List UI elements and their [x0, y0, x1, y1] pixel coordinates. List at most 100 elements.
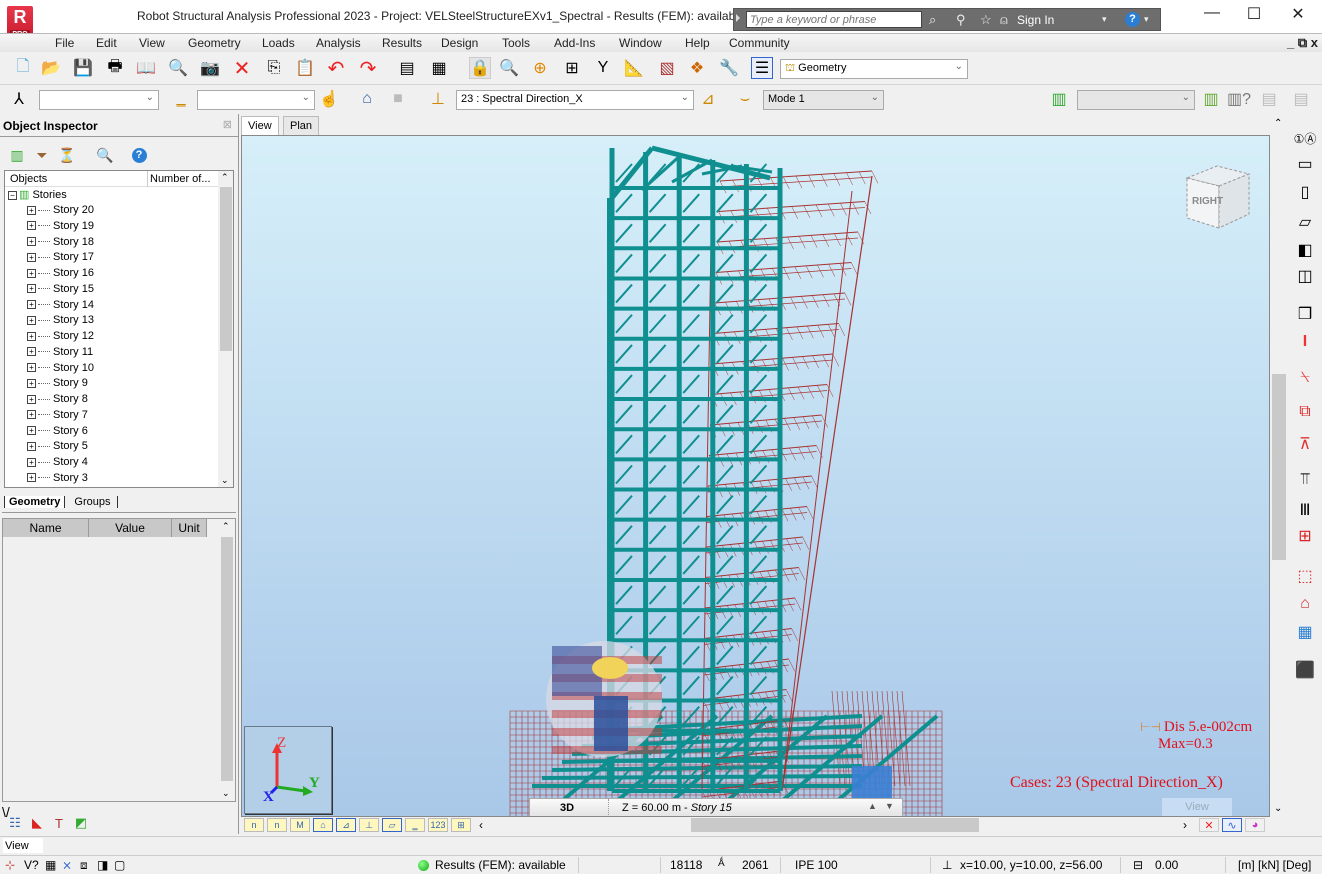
- col-objects[interactable]: Objects: [10, 173, 47, 185]
- grid-icon[interactable]: ▦: [45, 858, 56, 872]
- view-solid-icon[interactable]: ◨: [97, 858, 108, 872]
- zoom-pan-icon[interactable]: ⊕: [529, 57, 551, 79]
- structure-model[interactable]: [242, 136, 1270, 817]
- expand-icon[interactable]: +: [27, 221, 36, 231]
- section-icon[interactable]: ▧: [656, 57, 678, 79]
- minimize-button[interactable]: —: [1192, 4, 1232, 26]
- story-down-icon[interactable]: ▤: [1258, 88, 1280, 110]
- menu-view[interactable]: View: [139, 36, 165, 50]
- scroll-down-icon[interactable]: ⌄: [221, 475, 229, 486]
- properties-scrollbar[interactable]: ⌃ ⌄: [219, 519, 234, 801]
- expand-icon[interactable]: +: [27, 237, 36, 247]
- bars-icon[interactable]: Y: [592, 57, 614, 79]
- binoculars-icon[interactable]: ⌕: [929, 12, 936, 28]
- expand-icon[interactable]: +: [27, 473, 36, 483]
- tree-view-icon[interactable]: ☷: [4, 812, 26, 834]
- wall-icon[interactable]: ◧: [1293, 238, 1317, 262]
- view-wire-icon[interactable]: ▢: [114, 858, 125, 872]
- tree-item-story[interactable]: + Story 19: [27, 220, 94, 236]
- expand-icon[interactable]: +: [27, 268, 36, 278]
- menu-add-ins[interactable]: Add-Ins: [554, 36, 595, 50]
- expand-icon[interactable]: +: [27, 378, 36, 388]
- close-icon[interactable]: ⊠: [223, 118, 232, 131]
- calculator-icon[interactable]: ▤: [396, 57, 418, 79]
- node-numbers-icon[interactable]: n: [244, 818, 264, 832]
- scroll-left-icon[interactable]: ‹: [479, 818, 483, 832]
- tree-item-story[interactable]: + Story 16: [27, 267, 94, 283]
- tree-item-story[interactable]: + Story 9: [27, 377, 88, 393]
- story-level-text[interactable]: Z = 60.00 m - Story 15: [622, 802, 732, 814]
- support-icon[interactable]: ⊼: [1293, 432, 1317, 456]
- tree-item-story[interactable]: + Story 14: [27, 299, 94, 315]
- tree-item-story[interactable]: + Story 5: [27, 440, 88, 456]
- menu-file[interactable]: File: [55, 36, 74, 50]
- layout-icon[interactable]: ☰: [751, 57, 773, 79]
- bar-select-icon[interactable]: ‗: [170, 88, 192, 110]
- map-display-icon[interactable]: ◕: [1245, 818, 1265, 832]
- units[interactable]: [m] [kN] [Deg]: [1238, 858, 1311, 872]
- offset-icon[interactable]: ⬚: [1293, 564, 1317, 588]
- tree-item-story[interactable]: + Story 7: [27, 409, 88, 425]
- section-icon[interactable]: I: [1293, 330, 1317, 354]
- hscroll-thumb[interactable]: [691, 818, 979, 832]
- menu-community[interactable]: Community: [729, 36, 790, 50]
- col-value[interactable]: Value: [89, 519, 172, 537]
- screen-capture-icon[interactable]: 📷: [199, 57, 221, 79]
- values-icon[interactable]: 123: [428, 818, 448, 832]
- star-icon[interactable]: ☆: [980, 12, 992, 28]
- tree-item-story[interactable]: + Story 12: [27, 330, 94, 346]
- deformation-off-icon[interactable]: ✕: [1199, 818, 1219, 832]
- print-preview-icon[interactable]: 🔍: [167, 57, 189, 79]
- stories-icon[interactable]: ▥: [6, 144, 28, 166]
- redo-icon[interactable]: ↷: [357, 57, 379, 80]
- story-select[interactable]: ⌄: [1077, 90, 1195, 110]
- snap-settings-icon[interactable]: ⊹: [5, 858, 15, 872]
- mode-select[interactable]: Mode 1 ⌄: [763, 90, 884, 110]
- tab-geometry[interactable]: Geometry: [4, 496, 66, 508]
- menu-window[interactable]: Window: [619, 36, 662, 50]
- tree-item-story[interactable]: + Story 6: [27, 425, 88, 441]
- help-icon[interactable]: ?: [128, 144, 150, 166]
- expand-icon[interactable]: +: [27, 252, 36, 262]
- open-icon[interactable]: 📂: [40, 57, 62, 79]
- story-color-icon[interactable]: ▥: [1200, 88, 1222, 110]
- menu-loads[interactable]: Loads: [262, 36, 295, 50]
- paste-icon[interactable]: 📋: [294, 57, 316, 79]
- tree-root-stories[interactable]: − ▥ Stories: [8, 188, 67, 204]
- map-icon[interactable]: ◩: [70, 812, 92, 834]
- view-query-icon[interactable]: V?: [24, 858, 39, 872]
- new-icon[interactable]: 🗋: [12, 57, 34, 79]
- sign-in-dropdown-icon[interactable]: ▾: [1102, 14, 1107, 25]
- menu-results[interactable]: Results: [382, 36, 422, 50]
- expand-icon[interactable]: +: [27, 315, 36, 325]
- menu-analysis[interactable]: Analysis: [316, 36, 361, 50]
- scroll-up-icon[interactable]: ⌃: [221, 172, 229, 183]
- menu-help[interactable]: Help: [685, 36, 710, 50]
- story-up-icon[interactable]: ▲: [868, 801, 877, 811]
- viewcube[interactable]: RIGHT: [1177, 156, 1257, 236]
- 3d-view-icon[interactable]: ❖: [686, 57, 708, 79]
- axis-definition-icon[interactable]: ①Ⓐ: [1293, 126, 1317, 150]
- tab-plan[interactable]: Plan: [283, 116, 320, 135]
- scroll-down-icon[interactable]: ⌄: [222, 788, 230, 799]
- expand-icon[interactable]: +: [27, 457, 36, 467]
- tools-icon[interactable]: 🔧: [718, 57, 740, 79]
- scroll-up-icon[interactable]: ⌃: [222, 521, 230, 532]
- expand-icon[interactable]: +: [27, 300, 36, 310]
- user-icon[interactable]: ⍝: [1000, 12, 1008, 28]
- object-select-icon[interactable]: ☝: [318, 88, 340, 110]
- measure-icon[interactable]: 📐: [623, 57, 645, 79]
- deformation-icon[interactable]: ∿: [1222, 818, 1242, 832]
- frame-icon[interactable]: ⌂: [1293, 592, 1317, 616]
- scroll-down-icon[interactable]: ⌄: [1274, 803, 1282, 814]
- clear-filter-icon[interactable]: ⏳: [56, 144, 78, 166]
- bar-select[interactable]: ⌄: [197, 90, 315, 110]
- filter-icon[interactable]: ⏷: [31, 144, 53, 166]
- release-icon[interactable]: ⍀: [1293, 366, 1317, 390]
- tree-item-story[interactable]: + Story 20: [27, 204, 94, 220]
- menu-design[interactable]: Design: [441, 36, 478, 50]
- scroll-right-icon[interactable]: ›: [1183, 818, 1187, 832]
- legend-icon[interactable]: ⊞: [451, 818, 471, 832]
- tree-item-story[interactable]: + Story 15: [27, 283, 94, 299]
- command-input[interactable]: [3, 838, 43, 853]
